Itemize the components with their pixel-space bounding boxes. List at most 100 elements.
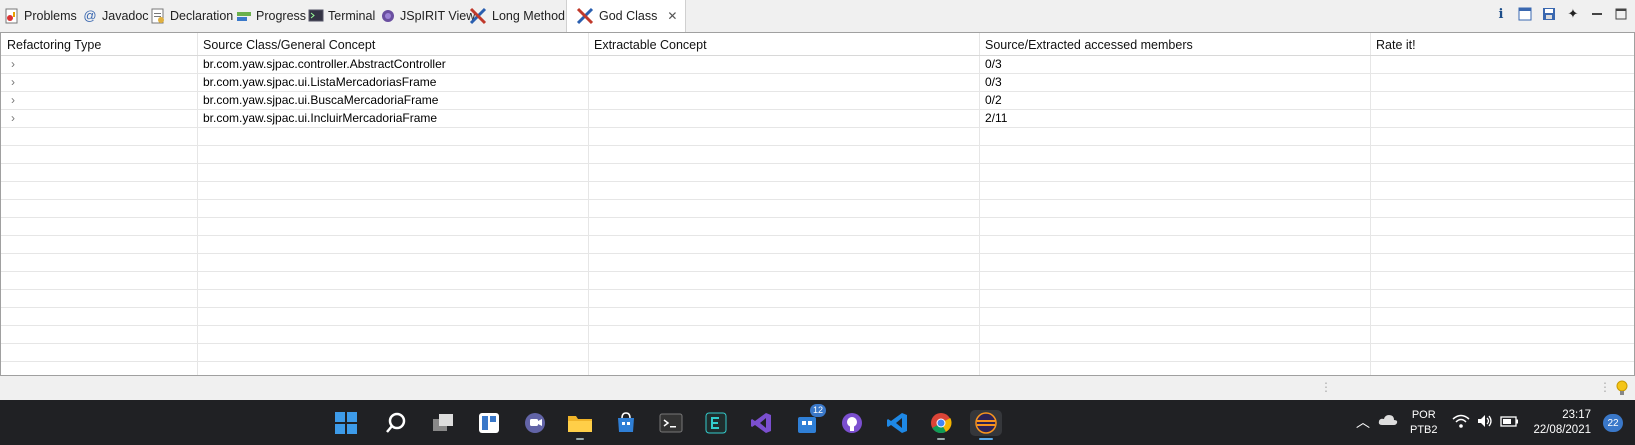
table-row[interactable]: › br.com.yaw.sjpac.controller.AbstractCo… [1,55,1634,74]
windows-terminal-icon[interactable] [658,410,684,436]
accessed-members-cell: 0/3 [985,57,1002,71]
empty-row [1,343,1634,362]
empty-row [1,163,1634,182]
tab-label: Progress [256,9,307,23]
onedrive-icon[interactable] [1378,412,1398,431]
teams-chat-icon[interactable] [522,410,548,436]
source-class-cell: br.com.yaw.sjpac.ui.BuscaMercadoriaFrame [203,93,439,107]
chevron-right-icon[interactable]: › [7,93,15,107]
javadoc-icon: @ [83,8,97,23]
sparkle-icon[interactable]: ✦ [1565,6,1581,22]
tools-icon [468,6,488,26]
notification-badge: 12 [809,404,826,417]
source-class-cell: br.com.yaw.sjpac.ui.IncluirMercadoriaFra… [203,111,438,125]
language-label: POR [1411,409,1436,421]
tab-progress[interactable]: Progress [236,0,306,32]
taskbar: 12 ︿ POR PTB2 23:17 22/08/2021 22 [0,400,1635,445]
chevron-right-icon[interactable]: › [7,111,15,125]
tab-javadoc[interactable]: @ Javadoc [82,0,149,32]
empty-row [1,217,1634,236]
volume-icon[interactable] [1476,413,1494,432]
rate-cell[interactable] [1370,91,1376,109]
store-icon[interactable] [613,410,639,436]
view-toolbar: i ✦ [1493,3,1629,25]
extractable-concept-cell [588,55,594,73]
chevron-right-icon[interactable]: › [7,75,15,89]
empty-row [1,325,1634,344]
date-label: 22/08/2021 [1533,424,1591,436]
running-indicator [576,438,584,440]
empty-row [1,253,1634,272]
terminal-icon [308,8,324,24]
empty-row [1,145,1634,164]
column-header-refactoring-type[interactable]: Refactoring Type [1,33,197,55]
search-icon[interactable] [383,410,409,436]
wifi-icon[interactable] [1452,413,1470,432]
microsoft-store-icon[interactable]: 12 [794,404,826,436]
window-icon[interactable] [1517,6,1533,22]
rate-cell[interactable] [1370,109,1376,127]
lightbulb-icon[interactable] [1615,379,1629,400]
file-explorer-icon[interactable] [567,410,593,440]
notification-center-badge[interactable]: 22 [1603,414,1623,432]
progress-icon [236,8,252,24]
column-header-rate-it[interactable]: Rate it! [1370,33,1632,55]
status-bar: ⋮ ⋮ [0,376,1635,400]
extractable-concept-cell [588,91,594,109]
github-icon[interactable] [839,410,865,436]
time-label: 23:17 [1562,409,1591,421]
info-icon[interactable]: i [1493,6,1509,22]
accessed-members-cell: 0/2 [985,93,1002,107]
editor-icon[interactable] [703,410,729,436]
tab-god-class[interactable]: God Class ✕ [566,0,687,32]
empty-row [1,289,1634,308]
chevron-up-icon[interactable]: ︿ [1356,412,1370,432]
widgets-icon[interactable] [476,410,502,436]
table-row[interactable]: › br.com.yaw.sjpac.ui.BuscaMercadoriaFra… [1,91,1634,110]
jspirit-icon [380,8,396,24]
tab-jspirit-view[interactable]: JSpIRIT View [380,0,475,32]
language-indicator[interactable]: POR PTB2 [1410,408,1438,438]
column-header-source-class[interactable]: Source Class/General Concept [197,33,588,55]
empty-row [1,181,1634,200]
maximize-icon[interactable] [1613,6,1629,22]
tab-long-method[interactable]: Long Method [468,0,565,32]
tab-terminal[interactable]: Terminal [308,0,375,32]
tab-label: Long Method [492,9,565,23]
eclipse-icon[interactable] [970,410,1002,440]
close-icon[interactable]: ✕ [667,9,677,23]
status-divider: ⋮ [1320,380,1332,394]
visual-studio-icon[interactable] [748,410,774,436]
chrome-icon[interactable] [928,410,954,440]
tab-problems[interactable]: Problems [4,0,77,32]
battery-icon[interactable] [1500,413,1520,432]
extractable-concept-cell [588,109,594,127]
tab-label: God Class [599,9,658,23]
table-row[interactable]: › br.com.yaw.sjpac.ui.ListaMercadoriasFr… [1,73,1634,92]
rate-cell[interactable] [1370,55,1376,73]
extractable-concept-cell [588,73,594,91]
column-header-accessed-members[interactable]: Source/Extracted accessed members [979,33,1370,55]
clock[interactable]: 23:17 22/08/2021 [1533,408,1591,438]
empty-row [1,307,1634,326]
declaration-icon [150,8,166,24]
view-tab-bar: Problems @ Javadoc Declaration Progress … [0,0,1635,32]
tab-label: Javadoc [102,9,149,23]
table-header: Refactoring Type Source Class/General Co… [1,33,1634,56]
accessed-members-cell: 2/11 [985,111,1008,125]
save-icon[interactable] [1541,6,1557,22]
vscode-icon[interactable] [884,410,910,436]
chevron-right-icon[interactable]: › [7,57,15,71]
source-class-cell: br.com.yaw.sjpac.controller.AbstractCont… [203,57,446,71]
column-header-extractable-concept[interactable]: Extractable Concept [588,33,979,55]
rate-cell[interactable] [1370,73,1376,91]
tab-label: JSpIRIT View [400,9,476,23]
task-view-icon[interactable] [430,410,456,436]
minimize-icon[interactable] [1589,6,1605,22]
start-icon[interactable] [333,410,359,436]
table-row[interactable]: › br.com.yaw.sjpac.ui.IncluirMercadoriaF… [1,109,1634,128]
empty-row [1,271,1634,290]
empty-row [1,127,1634,146]
tab-declaration[interactable]: Declaration [150,0,233,32]
god-class-table: Refactoring Type Source Class/General Co… [0,32,1635,376]
